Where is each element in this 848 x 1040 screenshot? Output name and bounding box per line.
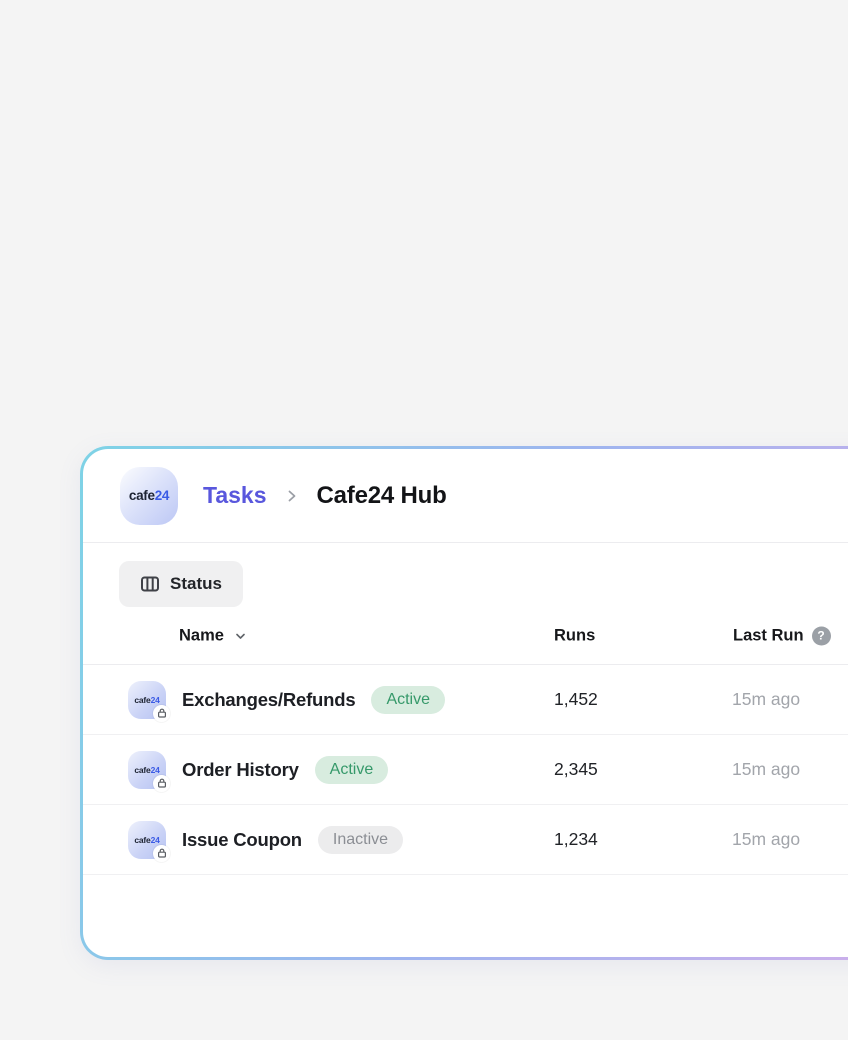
last-run-value: 15m ago [732,829,800,850]
cafe24-logo[interactable]: cafe24 [120,467,178,525]
card-header: cafe24 Tasks Cafe24 Hub [83,449,848,543]
cafe24-lock-icon: cafe24 [128,681,166,719]
runs-value: 1,234 [554,829,598,850]
status-badge: Active [371,686,445,714]
column-header-runs: Runs [554,626,595,645]
table-row[interactable]: cafe24 Issue Coupon Inactive 1,234 15m a… [83,805,848,875]
status-badge: Active [315,756,389,784]
table-row[interactable]: cafe24 Order History Active 2,345 15m ag… [83,735,848,805]
mini-logo-text-primary: cafe [134,765,150,775]
runs-value: 2,345 [554,759,598,780]
page-title: Cafe24 Hub [317,482,447,510]
column-header-last-run-label: Last Run [733,626,804,645]
mini-logo-text-accent: 24 [151,835,160,845]
columns-icon [140,574,160,594]
runs-value: 1,452 [554,689,598,710]
lock-icon [153,705,170,722]
last-run-value: 15m ago [732,759,800,780]
logo-text-primary: cafe [129,488,155,503]
cafe24-lock-icon: cafe24 [128,751,166,789]
tasks-card-inner: cafe24 Tasks Cafe24 Hub Status [83,449,848,957]
column-header-name[interactable]: Name [179,626,247,645]
cafe24-lock-icon: cafe24 [128,821,166,859]
task-name: Exchanges/Refunds [182,689,355,711]
chevron-down-icon [234,629,247,642]
toolbar: Status [119,561,848,607]
lock-icon [153,775,170,792]
status-button-label: Status [170,574,222,594]
breadcrumb: Tasks Cafe24 Hub [203,482,447,510]
breadcrumb-link-tasks[interactable]: Tasks [203,482,267,509]
table-header-row: Name Runs Last Run ? [83,607,848,665]
task-name: Order History [182,759,299,781]
lock-icon [153,845,170,862]
mini-logo-text-accent: 24 [151,695,160,705]
task-name: Issue Coupon [182,829,302,851]
column-header-name-label: Name [179,626,224,645]
mini-logo-text-primary: cafe [134,835,150,845]
question-mark-icon[interactable]: ? [812,626,831,645]
logo-text-accent: 24 [155,488,169,503]
column-header-last-run: Last Run ? [733,626,831,645]
mini-logo-text-primary: cafe [134,695,150,705]
last-run-value: 15m ago [732,689,800,710]
status-button[interactable]: Status [119,561,243,607]
mini-logo-text-accent: 24 [151,765,160,775]
status-badge: Inactive [318,826,403,854]
tasks-table: Name Runs Last Run ? cafe24 [83,607,848,875]
tasks-card: cafe24 Tasks Cafe24 Hub Status [80,446,848,960]
table-row[interactable]: cafe24 Exchanges/Refunds Active 1,452 15… [83,665,848,735]
chevron-right-icon [284,488,300,504]
